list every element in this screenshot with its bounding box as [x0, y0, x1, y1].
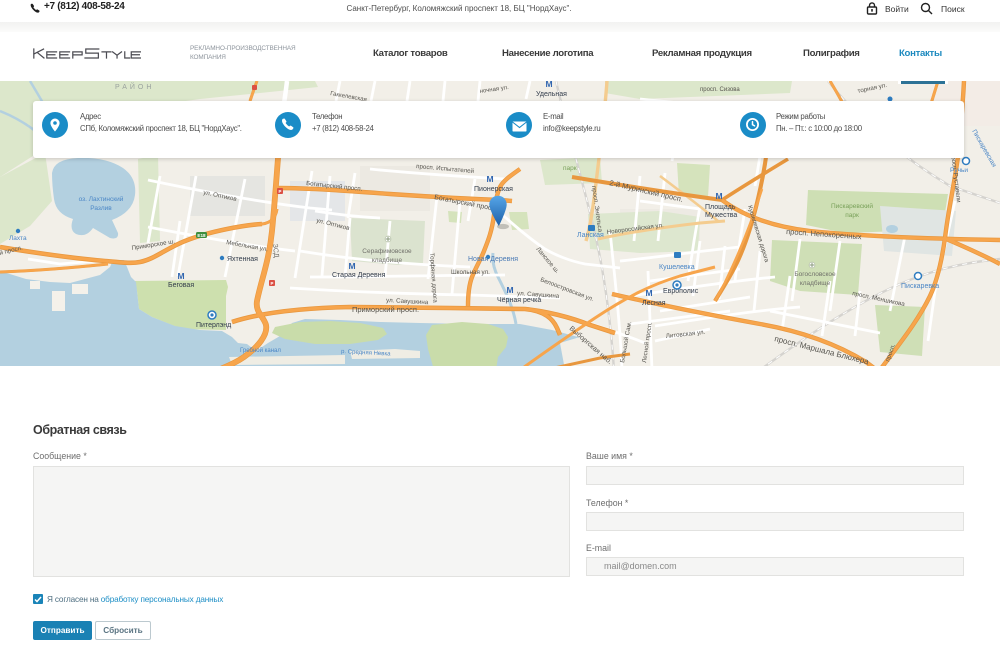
svg-text:P: P [279, 189, 282, 194]
svg-text:М: М [715, 191, 722, 201]
svg-text:Приморский просп.: Приморский просп. [352, 305, 419, 314]
svg-text:Пискаревский: Пискаревский [831, 202, 873, 210]
svg-text:РАЙОН: РАЙОН [115, 82, 154, 91]
svg-text:парк: парк [563, 165, 577, 172]
svg-text:М: М [486, 174, 493, 184]
svg-text:Лесная: Лесная [642, 300, 666, 307]
svg-text:Серафимовское: Серафимовское [362, 248, 412, 255]
svg-text:Пискаревка: Пискаревка [901, 283, 939, 290]
svg-text:Европолис: Европолис [663, 288, 699, 295]
svg-text:Ручьи: Ручьи [950, 167, 968, 174]
svg-text:Яхтенная: Яхтенная [227, 256, 258, 263]
svg-text:М: М [506, 285, 513, 295]
svg-text:Кушелевка: Кушелевка [659, 264, 695, 271]
svg-text:Ланская: Ланская [577, 232, 604, 239]
svg-text:М: М [177, 271, 184, 281]
svg-text:Беговая: Беговая [168, 282, 194, 289]
svg-text:М: М [348, 261, 355, 271]
svg-text:Лахта: Лахта [9, 235, 27, 242]
svg-text:М: М [545, 81, 552, 89]
svg-text:просп. Сизова: просп. Сизова [700, 87, 740, 93]
svg-text:Мужества: Мужества [705, 212, 737, 219]
svg-text:Старая Деревня: Старая Деревня [332, 272, 386, 279]
svg-text:Пионерская: Пионерская [474, 186, 513, 193]
svg-text:Площадь: Площадь [705, 204, 736, 211]
svg-text:Чёрная речка: Чёрная речка [497, 297, 541, 304]
svg-text:P: P [271, 281, 274, 286]
svg-text:М: М [645, 288, 652, 298]
svg-text:E18: E18 [197, 233, 206, 238]
svg-text:парк: парк [845, 212, 859, 219]
svg-text:Школьная ул.: Школьная ул. [451, 269, 490, 276]
svg-text:ЗСД: ЗСД [271, 243, 279, 258]
svg-text:оз. Лахтинский: оз. Лахтинский [79, 195, 124, 203]
svg-text:Питерлэнд: Питерлэнд [196, 322, 231, 329]
svg-text:кладбище: кладбище [800, 279, 831, 287]
svg-text:Гребной канал: Гребной канал [240, 347, 281, 354]
svg-text:кладбище: кладбище [372, 256, 403, 264]
svg-text:Богословское: Богословское [794, 271, 836, 278]
svg-text:Разлив: Разлив [90, 205, 112, 212]
svg-text:Новая Деревня: Новая Деревня [468, 256, 518, 263]
svg-text:Удельная: Удельная [536, 91, 567, 98]
